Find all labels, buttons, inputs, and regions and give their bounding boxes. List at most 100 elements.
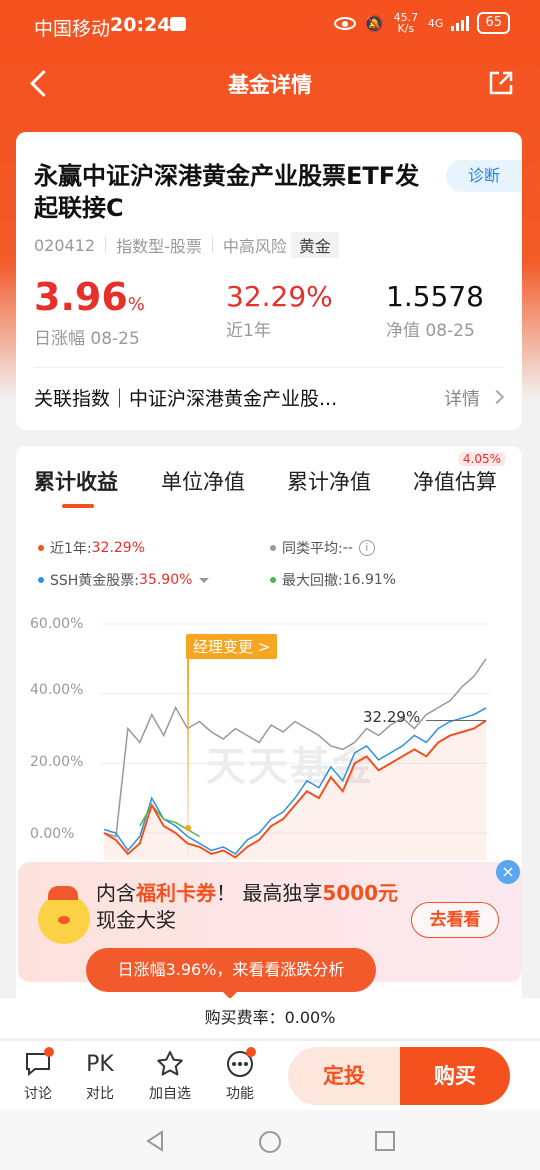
system-nav-bar xyxy=(0,1110,540,1170)
purchase-fee: 购买费率：0.00% xyxy=(0,998,540,1038)
chart-tabs: 累计收益 单位净值 累计净值 净值估算 xyxy=(16,466,522,508)
promo-highlight-amount: 5000元 xyxy=(322,881,399,905)
manager-change-button[interactable]: 经理变更 > xyxy=(186,634,278,659)
divider xyxy=(211,237,213,253)
y-tick: 20.00% xyxy=(30,754,84,770)
daily-analysis-tip[interactable]: 日涨幅3.96%，来看看涨跌分析 xyxy=(86,948,376,999)
close-icon[interactable]: × xyxy=(496,860,520,884)
daily-change-label: 日涨幅 08-25 xyxy=(34,329,140,349)
tab-cumulative-return[interactable]: 累计收益 xyxy=(34,466,118,508)
promo-text-pre: 内含 xyxy=(96,881,136,905)
legend-dot xyxy=(38,577,44,583)
info-icon[interactable]: i xyxy=(358,540,375,556)
legend-index-label: SSH黄金股票: xyxy=(50,573,140,589)
fund-risk: 中高风险 xyxy=(222,237,287,256)
net-speed: 45.7 K/s xyxy=(393,11,419,35)
legend-drawdown-label: 最大回撤: xyxy=(282,573,343,589)
diagnose-button[interactable]: 诊断 xyxy=(446,160,522,192)
chat-bubble-icon xyxy=(8,1049,68,1079)
one-year-label: 近1年 xyxy=(226,321,271,341)
promo-highlight-coupon: 福利卡券 xyxy=(136,881,216,905)
legend-drawdown: 最大回撤: 16.91% xyxy=(270,570,396,590)
legend-fund-label: 近1年: xyxy=(50,541,92,557)
fund-name: 永赢中证沪深港黄金产业股票ETF发起联接C xyxy=(34,162,420,222)
divider xyxy=(105,237,107,253)
nav-stat: 1.5578 净值 08-25 xyxy=(386,280,484,341)
daily-change-stat: 3.96% 日涨幅 08-25 xyxy=(34,278,145,349)
promo-text-post: 现金大奖 xyxy=(96,908,176,932)
page-title: 基金详情 xyxy=(228,73,312,97)
y-tick: 0.00% xyxy=(30,826,75,842)
legend-dot xyxy=(270,545,276,551)
star-icon xyxy=(140,1049,200,1079)
legend-peer-label: 同类平均: xyxy=(282,541,343,557)
pk-icon: PK xyxy=(86,1051,114,1077)
legend-peer-value: -- xyxy=(342,540,353,556)
battery-indicator: 65 xyxy=(477,12,510,34)
eye-icon xyxy=(334,16,356,30)
tab-cumulative-nav[interactable]: 累计净值 xyxy=(287,466,371,496)
discuss-button[interactable]: 讨论 xyxy=(8,1047,68,1103)
one-year-value: 32.29% xyxy=(226,280,333,313)
chevron-right-icon xyxy=(489,389,505,405)
bottom-action-bar: 讨论 PK 对比 加自选 功能 定投 购买 xyxy=(0,1040,540,1110)
daily-change-value: 3.96 xyxy=(34,275,128,319)
estimate-badge: 4.05% xyxy=(457,452,506,466)
compare-label: 对比 xyxy=(86,1086,114,1102)
discuss-label: 讨论 xyxy=(24,1086,52,1102)
caret-down-icon xyxy=(199,577,210,583)
legend-drawdown-value: 16.91% xyxy=(342,572,397,588)
fund-category: 指数型-股票 xyxy=(116,237,202,256)
fund-code: 020412 xyxy=(34,235,96,255)
buy-button[interactable]: 购买 xyxy=(400,1047,510,1105)
index-detail-link[interactable]: 详情 xyxy=(444,385,480,411)
share-icon[interactable] xyxy=(488,70,514,96)
nav-home-icon[interactable] xyxy=(258,1130,282,1154)
functions-label: 功能 xyxy=(226,1086,254,1102)
manager-change-line xyxy=(187,656,189,856)
network-type: 4G xyxy=(427,16,444,30)
signal-icon xyxy=(451,15,470,31)
nav-label: 净值 08-25 xyxy=(386,321,475,341)
nav-back-icon[interactable] xyxy=(144,1130,166,1152)
nav-recents-icon[interactable] xyxy=(374,1130,396,1152)
compare-button[interactable]: PK 对比 xyxy=(70,1049,130,1103)
sip-button[interactable]: 定投 xyxy=(288,1047,400,1105)
notification-dot xyxy=(246,1047,256,1057)
legend-fund: 近1年: 32.29% xyxy=(38,538,145,558)
fund-area xyxy=(104,720,486,860)
y-tick: 60.00% xyxy=(30,616,84,632)
functions-button[interactable]: 功能 xyxy=(210,1047,270,1103)
legend-fund-value: 32.29% xyxy=(91,540,146,556)
add-watchlist-button[interactable]: 加自选 xyxy=(140,1049,200,1103)
return-chart[interactable] xyxy=(100,600,490,860)
fund-info-card: 永赢中证沪深港黄金产业股票ETF发起联接C 诊断 020412 指数型-股票 中… xyxy=(16,132,522,430)
promo-text-mid: ！ 最高独享 xyxy=(216,881,323,905)
legend-index-value: 35.90% xyxy=(139,572,193,588)
carrier-name: 中国移动 xyxy=(34,18,111,40)
daily-change-unit: % xyxy=(127,294,145,315)
top-nav: 基金详情 xyxy=(0,56,540,112)
y-tick: 40.00% xyxy=(30,682,84,698)
tab-nav-estimate[interactable]: 净值估算 xyxy=(413,466,497,496)
legend-dot xyxy=(38,545,44,551)
one-year-stat: 32.29% 近1年 xyxy=(226,280,333,341)
mascot-icon xyxy=(38,886,90,944)
legend-dot xyxy=(270,577,276,583)
notification-icon xyxy=(170,17,186,31)
more-icon xyxy=(210,1049,270,1079)
legend-index[interactable]: SSH黄金股票: 35.90% xyxy=(38,570,210,590)
theme-tag: 黄金 xyxy=(290,232,339,258)
status-bar: 中国移动 20:24 🔕 45.7 K/s 4G 65 xyxy=(0,0,540,52)
promo-cta-button[interactable]: 去看看 xyxy=(411,902,499,938)
tab-unit-nav[interactable]: 单位净值 xyxy=(161,466,245,496)
current-return-label: 32.29% xyxy=(363,708,421,726)
nav-value: 1.5578 xyxy=(386,280,484,313)
mute-icon: 🔕 xyxy=(364,13,384,33)
fund-meta: 020412 指数型-股票 中高风险 黄金 xyxy=(34,232,339,258)
promo-text: 内含福利卡券！ 最高独享5000元现金大奖 xyxy=(96,880,416,934)
related-index-row[interactable]: 关联指数｜中证沪深港黄金产业股... 详情 xyxy=(34,367,505,423)
legend-peer: 同类平均: -- i xyxy=(270,538,375,558)
add-watchlist-label: 加自选 xyxy=(149,1086,191,1102)
notification-dot xyxy=(44,1047,54,1057)
